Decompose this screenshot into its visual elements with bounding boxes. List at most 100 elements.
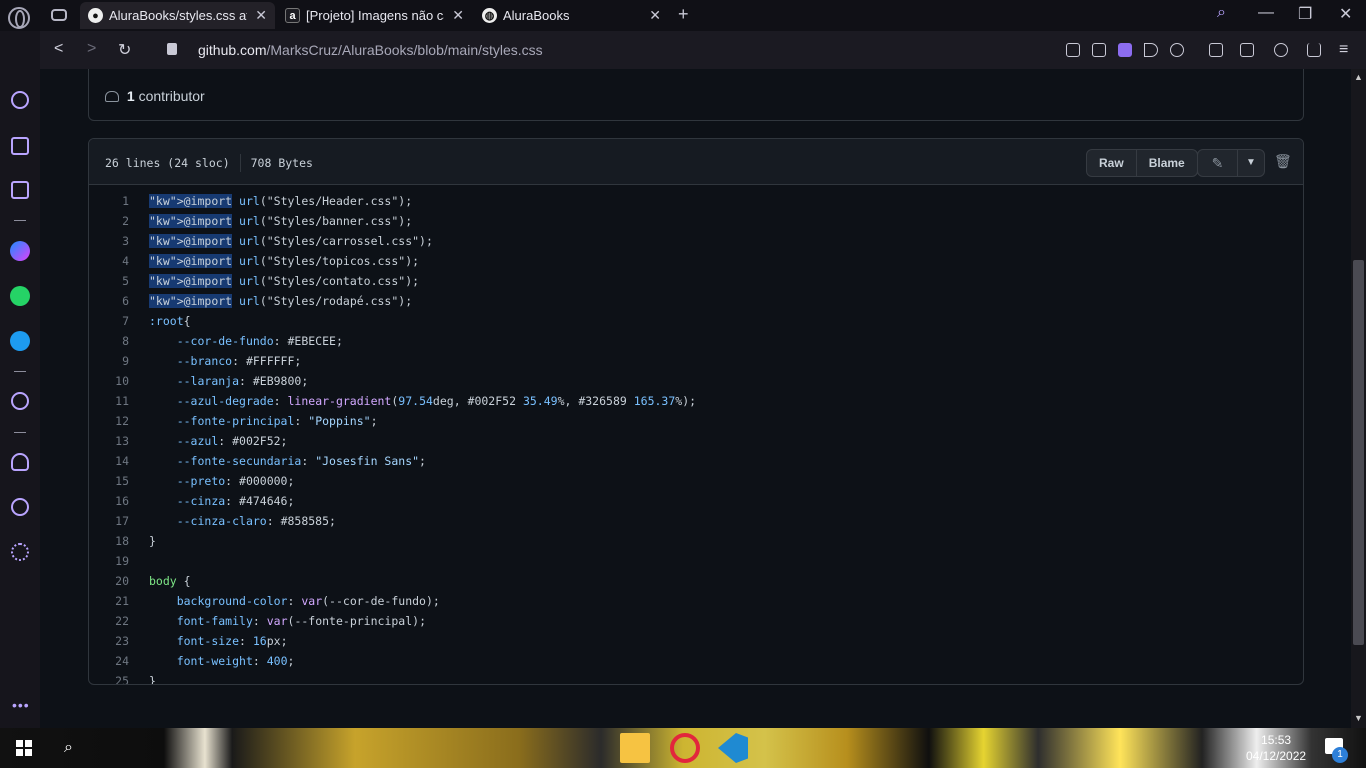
vpn-shield-icon[interactable] xyxy=(1118,43,1132,57)
raw-button[interactable]: Raw xyxy=(1087,150,1137,176)
line-number[interactable]: 5 xyxy=(89,274,139,288)
code-line[interactable]: 24 font-weight: 400; xyxy=(89,651,1303,671)
reload-icon[interactable]: ↻ xyxy=(118,40,131,60)
opera-gx-taskbar-icon[interactable] xyxy=(670,733,700,763)
line-number[interactable]: 12 xyxy=(89,414,139,428)
whatsapp-icon[interactable] xyxy=(10,286,30,306)
line-number[interactable]: 14 xyxy=(89,454,139,468)
minimize-button[interactable]: — xyxy=(1258,4,1274,22)
settings-gear-icon[interactable] xyxy=(11,543,29,561)
line-number[interactable]: 19 xyxy=(89,554,139,568)
code-line[interactable]: 18} xyxy=(89,531,1303,551)
line-number[interactable]: 25 xyxy=(89,674,139,684)
more-options-icon[interactable]: ••• xyxy=(12,697,30,713)
code-line[interactable]: 9 --branco: #FFFFFF; xyxy=(89,351,1303,371)
contributors-link[interactable]: 1 contributor xyxy=(105,88,205,104)
line-number[interactable]: 22 xyxy=(89,614,139,628)
forward-icon[interactable]: > xyxy=(87,40,96,58)
code-line[interactable]: 14 --fonte-secundaria: "Josesfin Sans"; xyxy=(89,451,1303,471)
gx-control-icon[interactable] xyxy=(51,9,67,21)
code-line[interactable]: 11 --azul-degrade: linear-gradient(97.54… xyxy=(89,391,1303,411)
snapshot-icon[interactable] xyxy=(1092,43,1106,57)
heart-icon[interactable] xyxy=(1170,43,1184,57)
new-tab-button[interactable]: + xyxy=(678,4,689,25)
code-line[interactable]: 25} xyxy=(89,671,1303,684)
line-number[interactable]: 6 xyxy=(89,294,139,308)
code-line[interactable]: 10 --laranja: #EB9800; xyxy=(89,371,1303,391)
code-view[interactable]: 1 "kw">@import url("Styles/Header.css"); … xyxy=(89,185,1303,684)
code-line[interactable]: 22 font-family: var(--fonte-principal); xyxy=(89,611,1303,631)
line-number[interactable]: 9 xyxy=(89,354,139,368)
code-line[interactable]: 16 --cinza: #474646; xyxy=(89,491,1303,511)
player-icon[interactable] xyxy=(11,392,29,410)
line-number[interactable]: 17 xyxy=(89,514,139,528)
easy-setup-icon[interactable]: ≡ xyxy=(1339,41,1348,59)
bag-icon[interactable] xyxy=(11,137,29,155)
history-clock-icon[interactable] xyxy=(11,498,29,516)
line-number[interactable]: 21 xyxy=(89,594,139,608)
bookmarks-heart-icon[interactable] xyxy=(11,453,29,471)
code-line[interactable]: 4 "kw">@import url("Styles/topicos.css"); xyxy=(89,251,1303,271)
download-icon[interactable] xyxy=(1307,43,1321,57)
tab-alura-forum[interactable]: a [Projeto] Imagens não carregam ✕ xyxy=(277,2,472,29)
twitch-icon[interactable] xyxy=(11,181,29,199)
line-number[interactable]: 23 xyxy=(89,634,139,648)
search-tabs-icon[interactable]: ⌕ xyxy=(1217,4,1226,22)
close-tab-icon[interactable]: ✕ xyxy=(649,7,661,24)
code-line[interactable]: 7:root{ xyxy=(89,311,1303,331)
twitter-icon[interactable] xyxy=(10,331,30,351)
cube-icon[interactable] xyxy=(1240,43,1254,57)
camera-icon[interactable] xyxy=(1209,43,1223,57)
code-line[interactable]: 5 "kw">@import url("Styles/contato.css"); xyxy=(89,271,1303,291)
scrollbar-thumb[interactable] xyxy=(1353,260,1364,645)
back-icon[interactable]: < xyxy=(54,40,63,58)
line-number[interactable]: 7 xyxy=(89,314,139,328)
close-window-button[interactable]: ✕ xyxy=(1339,4,1352,24)
trash-icon[interactable]: 🗑 xyxy=(1274,153,1292,170)
send-icon[interactable] xyxy=(1144,43,1158,57)
tab-github-styles[interactable]: ● AluraBooks/styles.css at main ✕ xyxy=(80,2,275,29)
code-line[interactable]: 12 --fonte-principal: "Poppins"; xyxy=(89,411,1303,431)
line-number[interactable]: 4 xyxy=(89,254,139,268)
line-number[interactable]: 8 xyxy=(89,334,139,348)
scroll-up-icon[interactable]: ▲ xyxy=(1351,72,1366,87)
line-number[interactable]: 11 xyxy=(89,394,139,408)
line-number[interactable]: 10 xyxy=(89,374,139,388)
pencil-icon[interactable]: ✎ xyxy=(1198,150,1238,176)
line-number[interactable]: 13 xyxy=(89,434,139,448)
windows-start-icon[interactable] xyxy=(16,740,32,756)
opera-menu-icon[interactable] xyxy=(8,7,30,29)
line-number[interactable]: 24 xyxy=(89,654,139,668)
code-line[interactable]: 19 xyxy=(89,551,1303,571)
messenger-icon[interactable] xyxy=(10,241,30,261)
close-tab-icon[interactable]: ✕ xyxy=(452,7,464,24)
chevron-down-icon[interactable]: ▼ xyxy=(1238,150,1264,176)
line-number[interactable]: 3 xyxy=(89,234,139,248)
blame-button[interactable]: Blame xyxy=(1137,150,1197,176)
account-icon[interactable] xyxy=(1274,43,1288,57)
code-line[interactable]: 2 "kw">@import url("Styles/banner.css"); xyxy=(89,211,1303,231)
line-number[interactable]: 16 xyxy=(89,494,139,508)
url-field[interactable]: github.com/MarksCruz/AluraBooks/blob/mai… xyxy=(198,42,543,58)
close-tab-icon[interactable]: ✕ xyxy=(255,7,267,24)
line-number[interactable]: 18 xyxy=(89,534,139,548)
line-number[interactable]: 15 xyxy=(89,474,139,488)
code-line[interactable]: 20 body { xyxy=(89,571,1303,591)
scroll-down-icon[interactable]: ▼ xyxy=(1351,713,1366,728)
taskbar-clock[interactable]: 15:53 04/12/2022 xyxy=(1246,732,1306,764)
speed-dial-icon[interactable] xyxy=(11,91,29,109)
code-line[interactable]: 1 "kw">@import url("Styles/Header.css"); xyxy=(89,191,1303,211)
code-line[interactable]: 8 --cor-de-fundo: #EBECEE; xyxy=(89,331,1303,351)
code-line[interactable]: 23 font-size: 16px; xyxy=(89,631,1303,651)
restore-button[interactable]: ❐ xyxy=(1298,4,1312,24)
code-line[interactable]: 15 --preto: #000000; xyxy=(89,471,1303,491)
line-number[interactable]: 2 xyxy=(89,214,139,228)
code-line[interactable]: 13 --azul: #002F52; xyxy=(89,431,1303,451)
file-explorer-icon[interactable] xyxy=(620,733,650,763)
code-line[interactable]: 17 --cinza-claro: #858585; xyxy=(89,511,1303,531)
line-number[interactable]: 20 xyxy=(89,574,139,588)
code-line[interactable]: 6 "kw">@import url("Styles/rodapé.css"); xyxy=(89,291,1303,311)
taskbar-search-icon[interactable]: ⌕ xyxy=(64,739,73,757)
code-line[interactable]: 21 background-color: var(--cor-de-fundo)… xyxy=(89,591,1303,611)
code-line[interactable]: 3 "kw">@import url("Styles/carrossel.css"… xyxy=(89,231,1303,251)
